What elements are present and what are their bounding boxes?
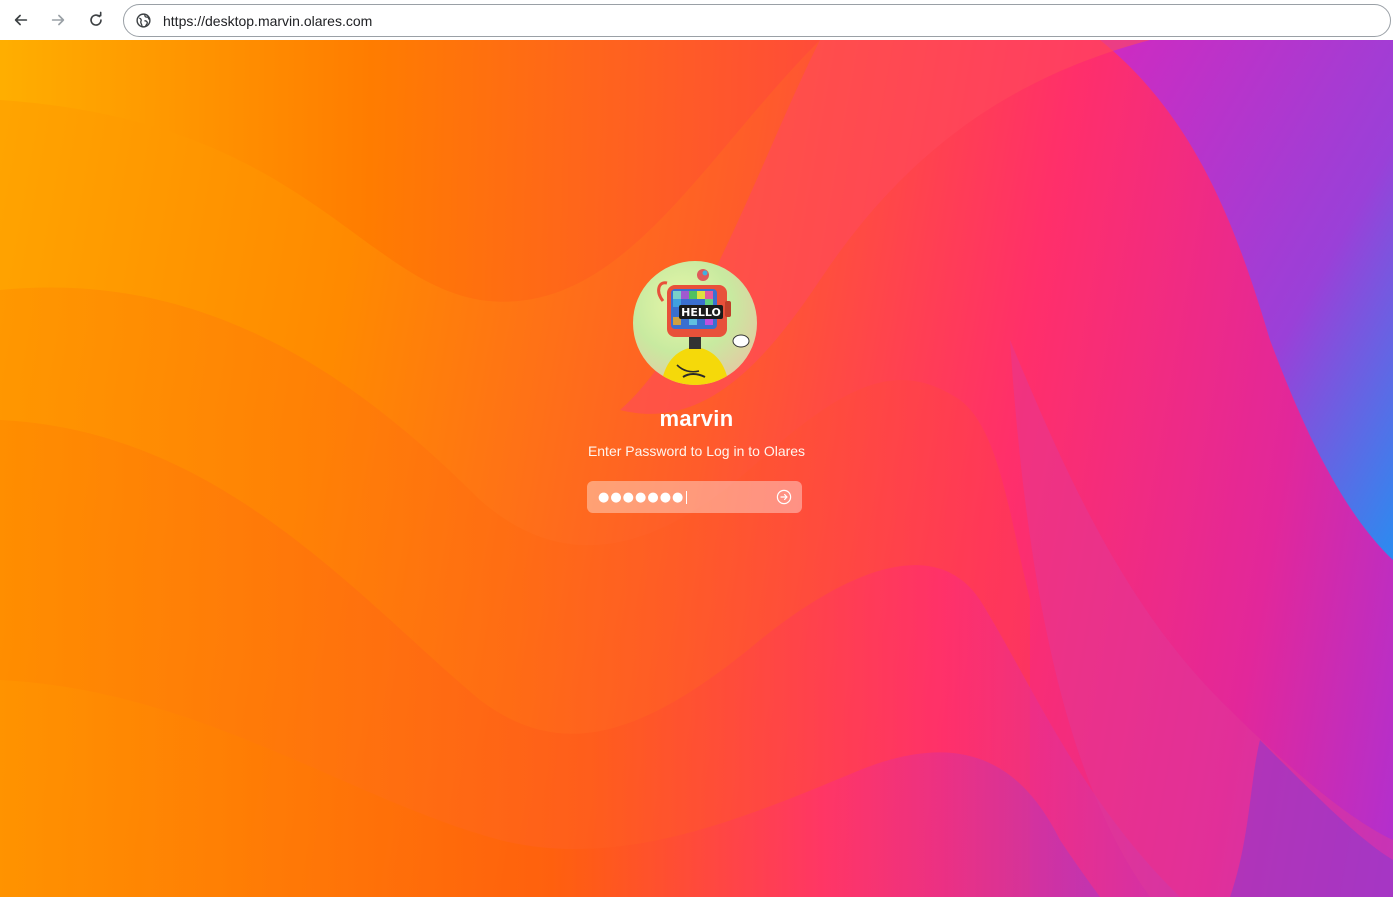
password-value[interactable]: ●●●●●●●	[598, 490, 776, 505]
robot-avatar-icon: HELLO	[657, 269, 750, 385]
address-bar[interactable]: https://desktop.marvin.olares.com	[123, 4, 1391, 37]
hello-label: HELLO	[681, 306, 721, 319]
submit-button[interactable]	[776, 489, 792, 505]
login-prompt: Enter Password to Log in to Olares	[587, 443, 806, 459]
login-panel: HELLO marvin Enter Password to Log in to…	[0, 40, 1393, 897]
password-input[interactable]: ●●●●●●●	[587, 481, 802, 513]
username-label: marvin	[659, 406, 734, 431]
password-dots: ●●●●●●●	[598, 489, 685, 505]
arrow-right-icon	[51, 14, 65, 26]
text-caret	[686, 490, 688, 504]
desktop-wallpaper: HELLO marvin Enter Password to Log in to…	[0, 40, 1393, 897]
globe-icon[interactable]	[135, 13, 151, 29]
user-avatar: HELLO	[633, 261, 757, 385]
url-text[interactable]: https://desktop.marvin.olares.com	[163, 13, 372, 29]
browser-toolbar: https://desktop.marvin.olares.com	[0, 0, 1393, 40]
reload-icon	[90, 11, 102, 26]
reload-button[interactable]	[80, 4, 112, 36]
arrow-left-icon	[14, 14, 28, 26]
circle-arrow-right-icon	[776, 489, 792, 505]
back-button[interactable]	[5, 4, 37, 36]
forward-button[interactable]	[42, 4, 74, 36]
